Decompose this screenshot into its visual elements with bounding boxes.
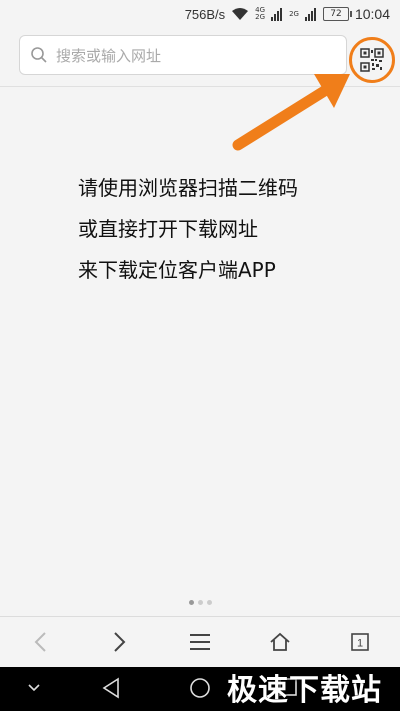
home-icon: [270, 632, 290, 651]
tabs-icon: 1: [351, 633, 369, 651]
wifi-icon: [232, 8, 249, 20]
qr-code-icon: [360, 48, 384, 72]
search-placeholder: 搜索或输入网址: [56, 46, 162, 65]
network-speed: 756B/s: [184, 6, 226, 22]
instruction-text: 请使用浏览器扫描二维码 或直接打开下载网址 来下载定位客户端APP: [78, 168, 378, 291]
clock: 10:04: [354, 6, 390, 22]
watermark-text: 极速下载站: [227, 673, 382, 708]
instruction-line-1: 请使用浏览器扫描二维码: [78, 176, 298, 200]
home-button[interactable]: [260, 622, 300, 662]
instruction-line-2: 或直接打开下载网址: [78, 217, 258, 241]
status-bar: 756B/s 4G 2G 2G 72 10:04: [0, 0, 400, 28]
page-dot: [206, 600, 212, 605]
system-nav-bar: 极速下载站: [0, 667, 400, 711]
tab-count: 1: [357, 638, 363, 650]
nav-home-icon[interactable]: [189, 677, 211, 699]
menu-button[interactable]: [180, 622, 220, 662]
battery-icon: 72: [322, 7, 352, 21]
nav-back-icon[interactable]: [100, 677, 122, 699]
page-dot: [197, 600, 203, 605]
tabs-button[interactable]: 1: [340, 622, 380, 662]
instruction-line-3: 来下载定位客户端APP: [78, 258, 276, 282]
chevron-down-icon[interactable]: [28, 684, 40, 692]
chevron-right-icon: [114, 632, 126, 652]
signal-bars-icon: [271, 7, 283, 21]
signal-label-1: 4G 2G: [255, 6, 266, 21]
back-button[interactable]: [20, 622, 60, 662]
chevron-left-icon: [34, 632, 46, 652]
signal-bars-icon-2: [304, 7, 316, 21]
status-icons: 756B/s 4G 2G 2G 72 10:04: [185, 0, 390, 28]
bottom-toolbar: 1: [0, 616, 400, 667]
page-dot: [188, 600, 194, 605]
page-indicator: [0, 600, 400, 608]
signal-label-2: 2G: [289, 9, 299, 18]
search-icon: [31, 47, 47, 63]
menu-icon: [190, 634, 210, 650]
arrow-annotation-icon: [232, 74, 350, 151]
forward-button[interactable]: [100, 622, 140, 662]
